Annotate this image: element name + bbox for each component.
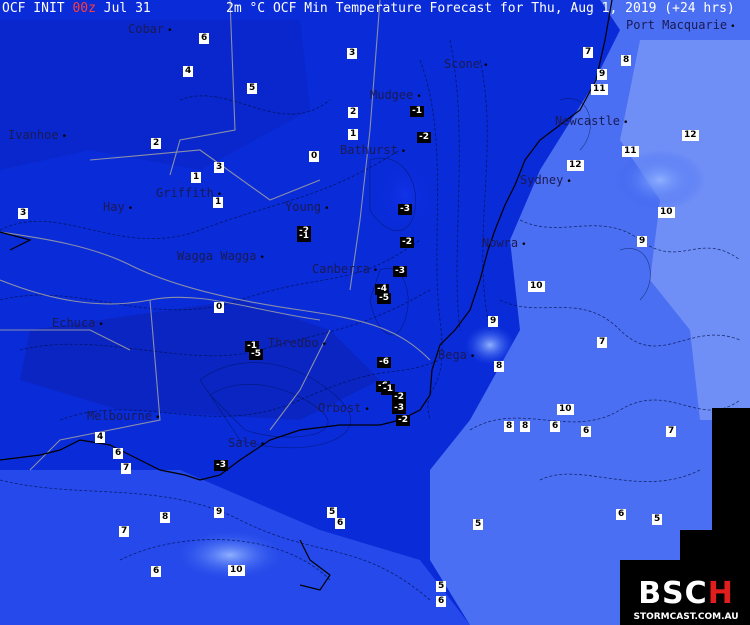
logo-wordmark: BSCH: [622, 575, 750, 611]
temperature-label: 7: [583, 47, 594, 58]
temperature-label: -2: [417, 132, 431, 143]
temperature-label: 7: [666, 426, 677, 437]
temperature-label: 4: [95, 432, 106, 443]
temperature-label: -2: [400, 237, 414, 248]
town-label: Echuca: [52, 316, 104, 330]
town-label: Ivanhoe: [8, 128, 67, 142]
logo-site: STORMCAST.COM.AU: [633, 612, 739, 622]
temperature-label: 10: [658, 207, 675, 218]
temperature-label: -3: [393, 266, 407, 277]
temperature-label: 3: [214, 162, 225, 173]
temperature-label: 6: [550, 421, 561, 432]
temperature-label: 8: [520, 421, 531, 432]
town-label: Cobar: [128, 22, 173, 36]
temperature-label: -6: [377, 357, 391, 368]
town-label: Hay: [103, 200, 133, 214]
town-label: Sale: [228, 436, 265, 450]
town-label: Scone: [444, 57, 489, 71]
logo-mark-main: BSC: [638, 576, 708, 611]
temperature-label: -1: [410, 106, 424, 117]
temperature-label: 9: [597, 69, 608, 80]
temperature-label: -2: [392, 392, 406, 403]
temperature-label: 6: [335, 518, 346, 529]
temperature-label: 5: [473, 519, 484, 530]
temperature-label: 8: [504, 421, 515, 432]
temperature-label: 6: [436, 596, 447, 607]
temperature-label: 2: [348, 107, 359, 118]
temperature-label: 6: [113, 448, 124, 459]
temperature-label: 10: [228, 565, 245, 576]
town-label: Wagga Wagga: [177, 249, 265, 263]
model-run-info: OCF INIT 00z Jul 31: [2, 0, 151, 18]
temperature-label: 9: [214, 507, 225, 518]
temperature-label: 2: [151, 138, 162, 149]
temperature-label: 5: [436, 581, 447, 592]
town-label: Young: [285, 200, 330, 214]
logo-mark-accent: H: [707, 576, 734, 611]
temperature-label: 6: [616, 509, 627, 520]
bsch-logo: BSCH STORMCAST.COM.AU: [622, 575, 750, 625]
town-label: Thredbo: [268, 336, 327, 350]
temperature-label: -5: [377, 293, 391, 304]
run-hour: 00z: [72, 1, 96, 16]
town-label: Mudgee: [370, 88, 422, 102]
temperature-label: 3: [347, 48, 358, 59]
temperature-label: -1: [297, 231, 311, 242]
temperature-label: 7: [119, 526, 130, 537]
temperature-label: 9: [637, 236, 648, 247]
temperature-label: 8: [160, 512, 171, 523]
town-label: Sydney: [520, 173, 572, 187]
temperature-label: 6: [151, 566, 162, 577]
temperature-label: -3: [214, 460, 228, 471]
temperature-label: 4: [183, 66, 194, 77]
town-label: Bega: [438, 348, 475, 362]
town-label: Melbourne: [87, 409, 160, 423]
init-date: Jul 31: [103, 1, 151, 16]
temperature-label: 7: [597, 337, 608, 348]
temperature-label: 6: [581, 426, 592, 437]
temperature-label: 5: [652, 514, 663, 525]
temperature-label: 5: [247, 83, 258, 94]
temperature-label: 7: [121, 463, 132, 474]
temperature-label: 1: [191, 172, 202, 183]
town-label: Port Macquarie: [626, 18, 736, 32]
temperature-label: -2: [396, 415, 410, 426]
temperature-label: -3: [392, 403, 406, 414]
temperature-label: 1: [348, 129, 359, 140]
temperature-label: 12: [567, 160, 584, 171]
temperature-label: 11: [591, 84, 608, 95]
temperature-label: 1: [213, 197, 224, 208]
temperature-label: 11: [622, 146, 639, 157]
temperature-label: 12: [682, 130, 699, 141]
temperature-label: 10: [528, 281, 545, 292]
temperature-label: -3: [398, 204, 412, 215]
town-label: Canberra: [312, 262, 378, 276]
temperature-label: -5: [249, 349, 263, 360]
temperature-label: 5: [327, 507, 338, 518]
model-name: OCF INIT: [2, 1, 65, 16]
town-label: Bathurst: [340, 143, 406, 157]
temperature-label: 6: [199, 33, 210, 44]
temperature-label: 0: [214, 302, 225, 313]
temperature-label: 3: [18, 208, 29, 219]
forecast-map: OCF INIT 00z Jul 31 2m °C OCF Min Temper…: [0, 0, 750, 625]
temperature-label: 8: [494, 361, 505, 372]
temperature-label: 10: [557, 404, 574, 415]
temperature-label: 9: [488, 316, 499, 327]
town-label: Orbost: [318, 401, 370, 415]
town-label: Newcastle: [555, 114, 628, 128]
town-label: Nowra: [482, 236, 527, 250]
temperature-label: 0: [309, 151, 320, 162]
map-title: 2m °C OCF Min Temperature Forecast for T…: [226, 1, 735, 16]
temperature-label: 8: [621, 55, 632, 66]
